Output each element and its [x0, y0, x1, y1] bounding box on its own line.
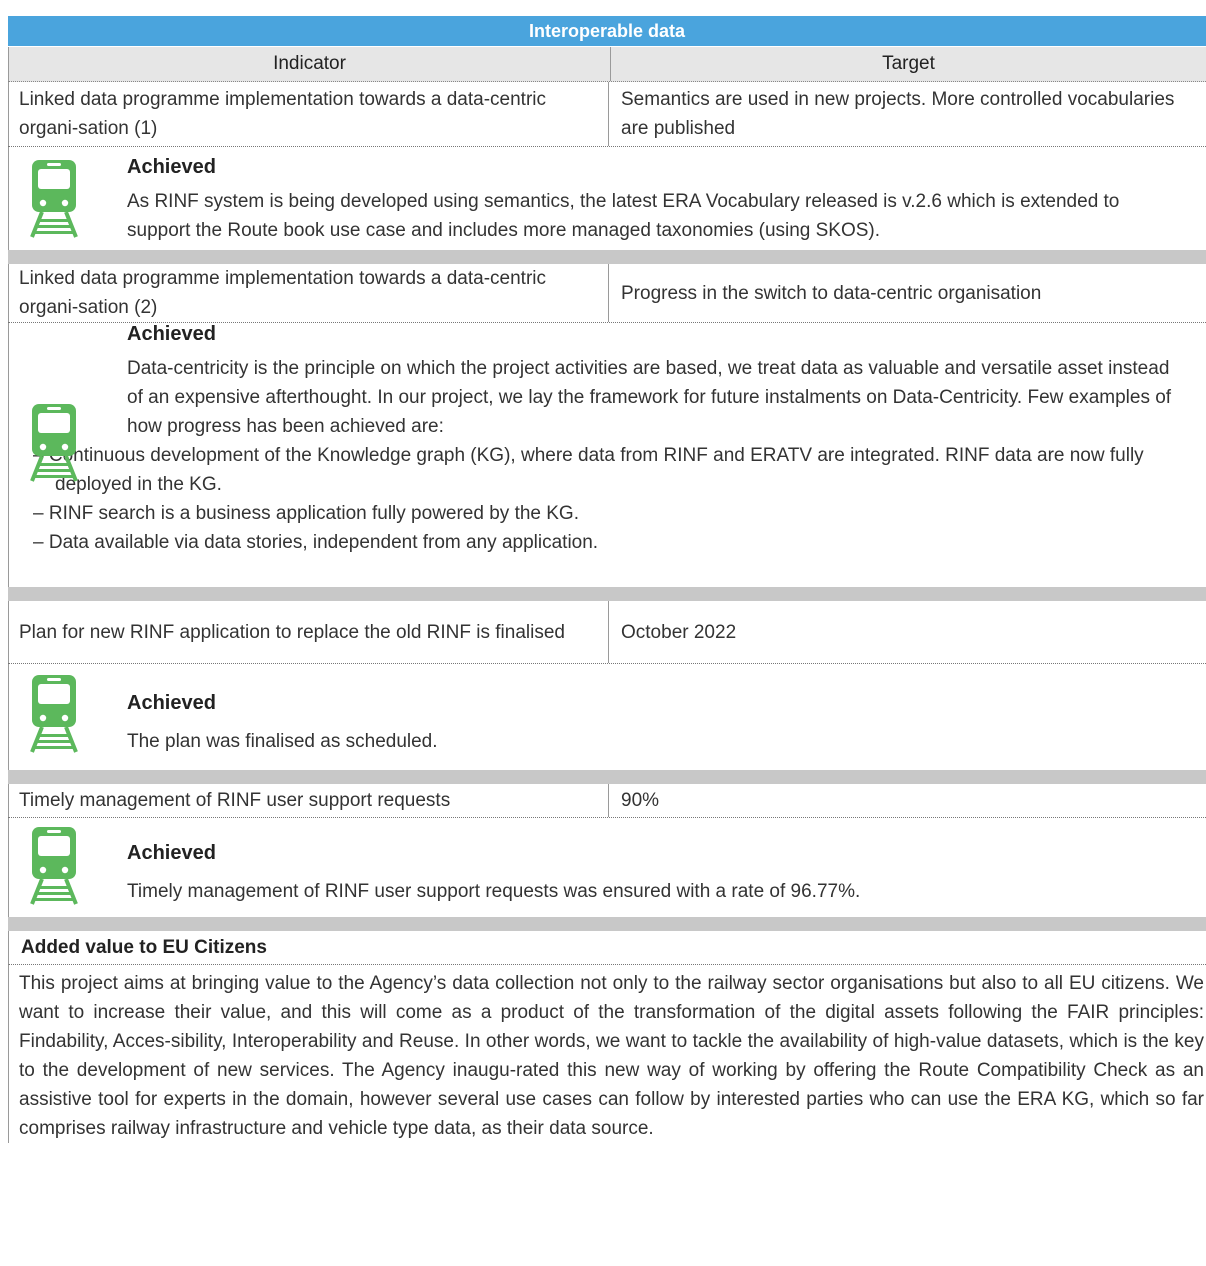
added-value-text: This project aims at bringing value to t…	[8, 965, 1206, 1143]
indicator-row: Timely management of RINF user support r…	[8, 784, 1206, 818]
bullet-item: – RINF search is a business application …	[33, 503, 579, 524]
status-label: Achieved	[127, 323, 216, 345]
bullet-item: – Continuous development of the Knowledg…	[33, 445, 1144, 495]
indicator-cell: Plan for new RINF application to replace…	[8, 601, 609, 663]
row-separator	[8, 917, 1206, 931]
indicator-cell: Linked data programme implementation tow…	[8, 264, 609, 322]
status-label: Achieved	[127, 156, 216, 178]
achievement-block: Achieved Timely management of RINF user …	[8, 818, 1206, 917]
table-title: Interoperable data	[8, 16, 1206, 47]
table-header-row: Indicator Target	[8, 47, 1206, 82]
achievement-bullets: – Continuous development of the Knowledg…	[23, 441, 1186, 557]
row-separator	[8, 250, 1206, 264]
indicator-row: Plan for new RINF application to replace…	[8, 601, 1206, 664]
achievement-block: Achieved As RINF system is being develop…	[8, 147, 1206, 250]
train-icon	[30, 826, 78, 906]
row-separator	[8, 587, 1206, 601]
indicator-cell: Timely management of RINF user support r…	[8, 784, 609, 817]
achievement-text: Data-centricity is the principle on whic…	[127, 358, 1172, 437]
target-cell: Semantics are used in new projects. More…	[621, 89, 1175, 139]
row-separator	[8, 770, 1206, 784]
target-cell: October 2022	[621, 621, 737, 643]
achievement-text: As RINF system is being developed using …	[127, 191, 1120, 241]
indicator-row: Linked data programme implementation tow…	[8, 82, 1206, 147]
target-cell: Progress in the switch to data-centric o…	[621, 282, 1042, 304]
header-target: Target	[610, 47, 1206, 81]
added-value-title: Added value to EU Citizens	[8, 931, 1206, 965]
target-cell: 90%	[621, 790, 660, 811]
achievement-text: Timely management of RINF user support r…	[127, 881, 861, 902]
train-icon	[30, 674, 78, 754]
status-label: Achieved	[127, 692, 216, 714]
header-indicator: Indicator	[8, 47, 610, 81]
train-icon	[30, 159, 78, 239]
bullet-item: – Data available via data stories, indep…	[33, 532, 599, 553]
achievement-block: Achieved Data-centricity is the principl…	[8, 323, 1206, 587]
interoperable-data-table: Interoperable data Indicator Target Link…	[8, 16, 1206, 1143]
indicator-cell: Linked data programme implementation tow…	[8, 82, 609, 146]
indicator-row: Linked data programme implementation tow…	[8, 264, 1206, 323]
achievement-text: The plan was finalised as scheduled.	[127, 731, 438, 752]
achievement-block: Achieved The plan was finalised as sched…	[8, 664, 1206, 770]
train-icon	[30, 403, 78, 483]
status-label: Achieved	[127, 842, 216, 864]
